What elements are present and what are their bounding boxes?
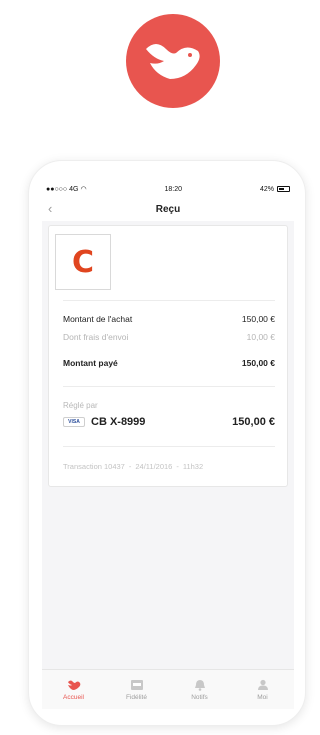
phone-screen: ●●○○○ 4G ◠ 18:20 42% ‹ Reçu C Montant de… — [42, 181, 294, 709]
tab-accueil[interactable]: Accueil — [49, 679, 99, 701]
separator: - — [176, 462, 179, 471]
tab-moi[interactable]: Moi — [238, 679, 288, 701]
row-label: Montant payé — [63, 358, 118, 368]
status-time: 18:20 — [164, 185, 183, 193]
app-logo — [126, 14, 220, 108]
row-label: Montant de l'achat — [63, 314, 133, 324]
wifi-icon: ◠ — [80, 186, 87, 193]
page-title: Reçu — [155, 203, 181, 215]
merchant-initial: C — [71, 244, 95, 280]
shipping-fee-row: Dont frais d'envoi 10,00 € — [63, 332, 275, 342]
card-amount: 150,00 € — [232, 416, 275, 428]
phone-frame: ●●○○○ 4G ◠ 18:20 42% ‹ Reçu C Montant de… — [28, 160, 306, 726]
navbar: ‹ Reçu — [42, 197, 294, 221]
bird-logo-icon — [146, 44, 200, 79]
divider — [63, 386, 275, 387]
tab-fidelite[interactable]: Fidélité — [112, 679, 162, 701]
tab-label: Fidélité — [126, 693, 147, 701]
separator: - — [128, 462, 132, 471]
battery-icon — [277, 186, 290, 192]
transaction-date: 24/11/2016 — [135, 462, 173, 471]
status-bar: ●●○○○ 4G ◠ 18:20 42% — [42, 181, 294, 197]
status-right: 42% — [260, 186, 290, 193]
transaction-time: 11h32 — [182, 462, 204, 471]
chevron-left-icon[interactable]: ‹ — [48, 201, 52, 216]
user-icon — [257, 679, 268, 690]
amount-paid-row: Montant payé 150,00 € — [63, 358, 275, 368]
tab-notifs[interactable]: Notifs — [175, 679, 225, 701]
visa-card-icon: VISA — [63, 417, 85, 427]
row-value: 10,00 € — [246, 332, 275, 342]
status-left: ●●○○○ 4G ◠ — [46, 185, 87, 194]
carrier-label: ●●○○○ 4G — [46, 185, 79, 193]
transaction-details: Transaction 10437 - 24/11/2016 - 11h32 — [63, 462, 277, 471]
payment-method-row: VISA CB X-8999 150,00 € — [63, 416, 275, 428]
tab-label: Moi — [257, 693, 268, 701]
tab-label: Notifs — [191, 693, 208, 701]
transaction-id: Transaction 10437 — [63, 462, 125, 471]
divider — [63, 300, 275, 301]
row-value: 150,00 € — [241, 314, 275, 324]
card-icon — [130, 679, 143, 690]
row-value: 150,00 € — [241, 358, 275, 368]
bird-icon — [67, 680, 80, 690]
divider — [63, 446, 275, 447]
merchant-logo: C — [55, 234, 111, 290]
bell-icon — [194, 679, 205, 691]
receipt-card: C Montant de l'achat 150,00 € Dont frais… — [48, 225, 288, 487]
row-label: Dont frais d'envoi — [63, 332, 129, 342]
paid-by-label: Réglé par — [63, 401, 98, 410]
card-label: CB X-8999 — [91, 416, 146, 428]
purchase-amount-row: Montant de l'achat 150,00 € — [63, 314, 275, 324]
battery-percentage: 42% — [259, 185, 274, 193]
tab-label: Accueil — [63, 693, 84, 701]
tab-bar: Accueil Fidélité Notifs Moi — [42, 669, 294, 709]
